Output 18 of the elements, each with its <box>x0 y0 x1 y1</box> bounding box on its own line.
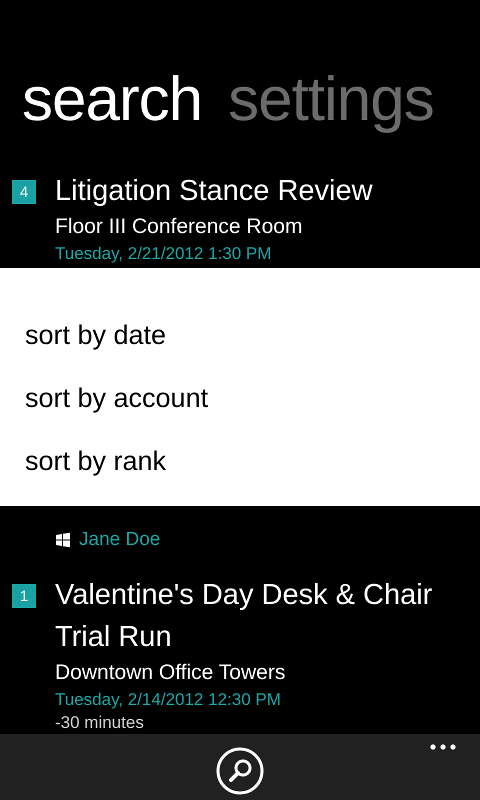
rank-badge: 1 <box>12 584 36 608</box>
meeting-title[interactable]: Litigation Stance Review <box>55 170 465 212</box>
more-icon[interactable] <box>430 744 456 750</box>
meeting-duration: -30 minutes <box>55 712 145 734</box>
meeting-time: Tuesday, 2/14/2012 12:30 PM <box>55 689 282 711</box>
search-icon[interactable] <box>216 747 264 795</box>
meeting-time: Tuesday, 2/21/2012 1:30 PM <box>55 243 272 265</box>
menu-item[interactable]: sort by rank <box>0 430 166 493</box>
meeting-title[interactable]: Valentine's Day Desk & Chair Trial Run <box>55 574 465 658</box>
pivot-header[interactable]: settings <box>228 64 434 136</box>
meeting-location: Downtown Office Towers <box>55 660 286 686</box>
menu-item[interactable]: sort by account <box>0 367 208 430</box>
pivot-header[interactable]: search <box>22 64 202 136</box>
organizer-name: Jane Doe <box>79 529 160 551</box>
rank-badge: 4 <box>12 180 36 204</box>
windows-logo-icon <box>55 532 71 548</box>
meeting-location: Floor III Conference Room <box>55 214 304 240</box>
menu-item[interactable]: sort by date <box>0 304 166 367</box>
